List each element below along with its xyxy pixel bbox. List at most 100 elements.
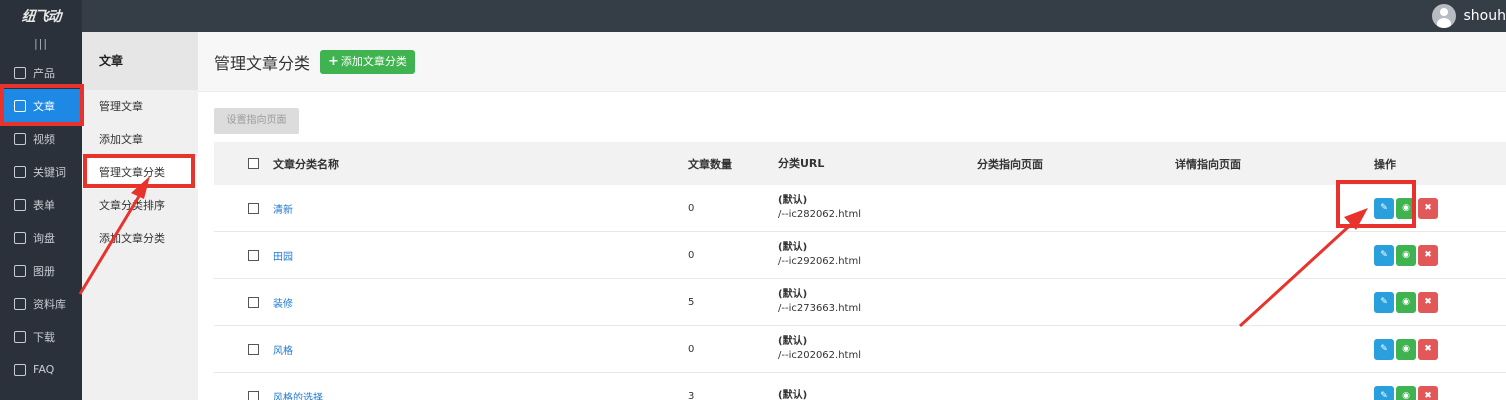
collapse-menu-icon[interactable]: ||| xyxy=(0,32,82,56)
clipboard-icon xyxy=(14,198,26,211)
sidebar-item-video[interactable]: 视频 xyxy=(0,122,82,155)
view-button[interactable]: ◉ xyxy=(1396,385,1416,400)
url-path: /--ic282062.html xyxy=(778,209,861,220)
category-name-link[interactable]: 清新 xyxy=(273,185,293,231)
url-default: (默认) xyxy=(778,336,808,347)
database-icon xyxy=(14,297,26,310)
url-default: (默认) xyxy=(778,289,808,300)
submenu-manage-articles[interactable]: 管理文章 xyxy=(82,90,198,123)
sidebar-item-label: 资料库 xyxy=(33,297,66,311)
category-name-link[interactable]: 风格 xyxy=(273,326,293,372)
set-target-page-button[interactable]: 设置指向页面 xyxy=(214,108,299,134)
view-button[interactable]: ◉ xyxy=(1396,244,1416,266)
download-icon xyxy=(14,330,26,343)
article-count: 0 xyxy=(688,202,695,214)
row-checkbox[interactable] xyxy=(248,249,259,261)
sidebar-item-inquiry[interactable]: 询盘 xyxy=(0,221,82,254)
trash-icon: ✖ xyxy=(1424,203,1432,213)
grid-icon xyxy=(14,66,26,79)
category-url: (默认) /--ic292062.html xyxy=(778,232,861,278)
sidebar-item-form[interactable]: 表单 xyxy=(0,188,82,221)
eye-icon: ◉ xyxy=(1402,297,1410,307)
row-checkbox[interactable] xyxy=(248,202,259,214)
category-name-link[interactable]: 风格的选择 xyxy=(273,373,323,400)
main-content: 管理文章分类 + 添加文章分类 设置指向页面 文章分类名称 文章数量 分类URL … xyxy=(198,32,1506,400)
table-row: 风格 0 (默认) /--ic202062.html ✎ ◉ ✖ xyxy=(214,326,1506,373)
gallery-icon xyxy=(14,264,26,277)
category-name-link[interactable]: 田园 xyxy=(273,232,293,278)
delete-button[interactable]: ✖ xyxy=(1418,338,1438,360)
sidebar-item-label: 视频 xyxy=(33,132,55,146)
table-row: 田园 0 (默认) /--ic292062.html ✎ ◉ ✖ xyxy=(214,232,1506,279)
header-category-page: 分类指向页面 xyxy=(977,157,1043,171)
edit-button[interactable]: ✎ xyxy=(1374,385,1394,400)
view-button[interactable]: ◉ xyxy=(1396,291,1416,313)
edit-icon: ✎ xyxy=(1380,344,1388,354)
inquiry-icon xyxy=(14,231,26,244)
question-icon xyxy=(14,363,26,376)
highlight-manage-category xyxy=(83,154,195,188)
sidebar-item-label: 下载 xyxy=(33,330,55,344)
article-count: 0 xyxy=(688,343,695,355)
row-checkbox[interactable] xyxy=(248,296,259,308)
eye-icon: ◉ xyxy=(1402,344,1410,354)
edit-button[interactable]: ✎ xyxy=(1374,244,1394,266)
category-name-link[interactable]: 装修 xyxy=(273,279,293,325)
delete-button[interactable]: ✖ xyxy=(1418,197,1438,219)
submenu-add-category[interactable]: 添加文章分类 xyxy=(82,222,198,255)
submenu-sort-categories[interactable]: 文章分类排序 xyxy=(82,189,198,222)
trash-icon: ✖ xyxy=(1424,250,1432,260)
highlight-edit-button xyxy=(1336,180,1416,228)
category-url: (默认) /--ic282062.html xyxy=(778,185,861,231)
edit-icon: ✎ xyxy=(1380,297,1388,307)
edit-icon: ✎ xyxy=(1380,250,1388,260)
delete-button[interactable]: ✖ xyxy=(1418,244,1438,266)
sidebar-item-faq[interactable]: FAQ xyxy=(0,353,82,386)
sidebar-item-keyword[interactable]: 关键词 xyxy=(0,155,82,188)
url-default: (默认) xyxy=(778,242,808,253)
delete-button[interactable]: ✖ xyxy=(1418,385,1438,400)
sidebar-item-label: 产品 xyxy=(33,66,55,80)
eye-icon: ◉ xyxy=(1402,250,1410,260)
sidebar-item-library[interactable]: 资料库 xyxy=(0,287,82,320)
user-menu[interactable]: shouh xyxy=(1431,0,1506,32)
sidebar-item-gallery[interactable]: 图册 xyxy=(0,254,82,287)
header-count: 文章数量 xyxy=(688,157,732,171)
page-header: 管理文章分类 + 添加文章分类 xyxy=(198,32,1506,92)
eye-icon: ◉ xyxy=(1402,391,1410,400)
edit-button[interactable]: ✎ xyxy=(1374,338,1394,360)
sidebar-item-label: FAQ xyxy=(33,363,55,376)
select-all-checkbox[interactable] xyxy=(248,158,259,169)
sidebar-item-label: 关键词 xyxy=(33,165,66,179)
table-row: 装修 5 (默认) /--ic273663.html ✎ ◉ ✖ xyxy=(214,279,1506,326)
header-url: 分类URL xyxy=(778,156,825,170)
brand-logo[interactable]: 纽飞动 xyxy=(0,0,82,32)
trash-icon: ✖ xyxy=(1424,391,1432,400)
header-detail-page: 详情指向页面 xyxy=(1175,157,1241,171)
username: shouh xyxy=(1463,8,1506,24)
play-icon xyxy=(14,132,26,145)
row-checkbox[interactable] xyxy=(248,343,259,355)
avatar-icon xyxy=(1431,4,1456,28)
table-row: 风格的选择 3 (默认) ✎ ◉ ✖ xyxy=(214,373,1506,400)
plus-icon: + xyxy=(328,54,339,69)
article-count: 5 xyxy=(688,296,695,308)
highlight-article-menu xyxy=(0,84,84,126)
row-checkbox[interactable] xyxy=(248,390,259,400)
category-url: (默认) /--ic202062.html xyxy=(778,326,861,372)
sidebar-item-download[interactable]: 下载 xyxy=(0,320,82,353)
submenu-add-article[interactable]: 添加文章 xyxy=(82,123,198,156)
add-category-button[interactable]: + 添加文章分类 xyxy=(320,50,415,74)
edit-button[interactable]: ✎ xyxy=(1374,291,1394,313)
category-url: (默认) xyxy=(778,373,807,400)
article-submenu: 文章 管理文章 添加文章 管理文章分类 文章分类排序 添加文章分类 xyxy=(82,32,198,400)
header-name: 文章分类名称 xyxy=(273,157,339,171)
delete-button[interactable]: ✖ xyxy=(1418,291,1438,313)
table-header: 文章分类名称 文章数量 分类URL 分类指向页面 详情指向页面 操作 xyxy=(214,142,1506,185)
trash-icon: ✖ xyxy=(1424,297,1432,307)
page-title: 管理文章分类 xyxy=(214,54,311,73)
category-url: (默认) /--ic273663.html xyxy=(778,279,861,325)
sidebar-item-label: 表单 xyxy=(33,198,55,212)
view-button[interactable]: ◉ xyxy=(1396,338,1416,360)
article-count: 0 xyxy=(688,249,695,261)
